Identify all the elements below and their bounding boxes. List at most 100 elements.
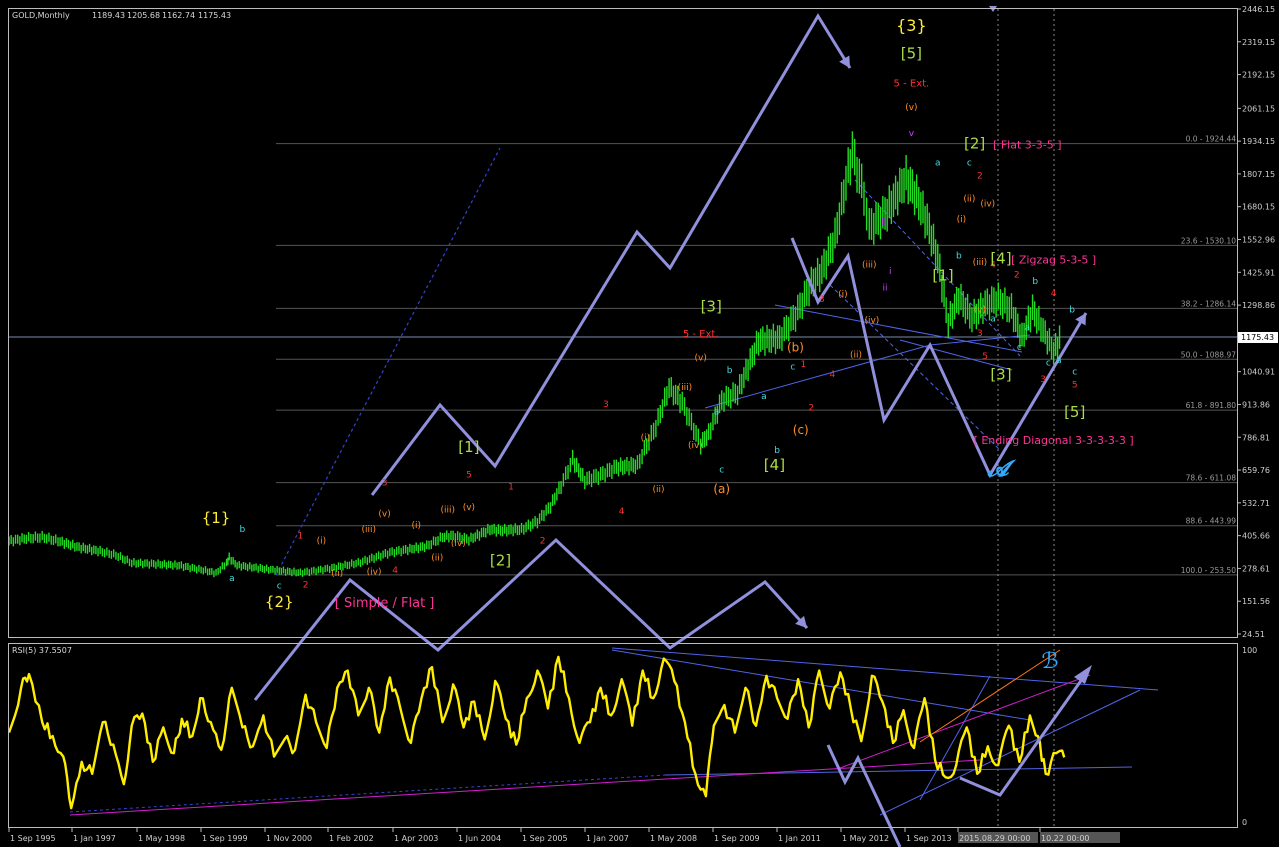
wave-label: [1] <box>932 266 953 284</box>
current-price-tag-text: 1175.43 <box>1241 333 1274 342</box>
time-tick-label: 1 Jan 2007 <box>586 834 629 843</box>
wave-label: (v) <box>974 306 986 316</box>
current-price-tag: 1175.43 <box>1238 332 1278 343</box>
time-tick-label: 1 Sep 1999 <box>202 834 248 843</box>
wave-label: c <box>719 466 724 476</box>
wave-label: (v) <box>378 509 390 519</box>
time-tick-label: 1 May 2012 <box>842 834 889 843</box>
wave-label: (iv) <box>367 568 382 578</box>
wave-label: (ii) <box>850 351 862 361</box>
fib-label: 23.6 - 1530.10 <box>1181 236 1236 245</box>
wave-label: [ Zigzag 5-3-5 ] <box>1011 254 1096 267</box>
wave-label: a <box>229 574 235 584</box>
wave-label: 3 <box>819 295 825 305</box>
price-tick-label: 1807.15 <box>1242 170 1275 179</box>
wave-label: 5 - Ext. <box>683 329 719 340</box>
wave-label: [ Ending Diagonal 3-3-3-3-3 ] <box>974 434 1134 447</box>
wave-label: (iii) <box>441 506 456 516</box>
price-tick-label: 405.66 <box>1242 532 1270 541</box>
wave-label: a <box>1056 356 1062 366</box>
ohlc-open: 1189.43 <box>92 11 125 20</box>
wave-label: (iii) <box>973 258 988 268</box>
wave-label: 2 <box>1014 271 1020 281</box>
rsi-tick-label: 0 <box>1242 818 1247 827</box>
wave-label: b <box>1069 306 1075 316</box>
wave-label: {3} <box>896 16 927 35</box>
time-tick-label: 1 Sep 2009 <box>714 834 760 843</box>
wave-label: (i) <box>411 521 421 531</box>
wave-label: b <box>1032 277 1038 287</box>
wave-label: c <box>1072 367 1077 377</box>
main-chart-header: GOLD,Monthly <box>12 11 70 20</box>
time-tick-label: 1 Jan 1997 <box>73 834 116 843</box>
wave-label: 5 <box>466 471 472 481</box>
wave-label: a <box>714 407 720 417</box>
ohlc-low: 1162.74 <box>162 11 195 20</box>
wave-label: a <box>1025 324 1031 334</box>
wave-label: 1 <box>801 360 807 370</box>
time-tick-label: 1 Jun 2004 <box>458 834 501 843</box>
wave-label: 4 <box>392 566 398 576</box>
wave-label: (iii) <box>678 383 693 393</box>
wave-label: (iv) <box>864 316 879 326</box>
wave-label: [2] <box>490 551 511 569</box>
fib-label: 61.8 - 891.80 <box>1186 401 1237 410</box>
wave-label: [4] <box>764 456 785 474</box>
wave-label: 5 - Ext. <box>894 79 930 90</box>
wave-label: [4] <box>990 250 1011 268</box>
wave-label: (i) <box>641 433 651 443</box>
time-tick-label: 10.22 00:00 <box>1041 834 1090 843</box>
rsi-tick-label: 100 <box>1242 646 1257 655</box>
wave-label: (b) <box>787 340 804 354</box>
wave-label: (i) <box>317 537 327 547</box>
wave-label: 1 <box>297 531 303 541</box>
wave-label: (i) <box>957 215 967 225</box>
wave-label: b <box>727 366 733 376</box>
price-tick-label: 1040.91 <box>1242 368 1275 377</box>
wave-label: 4 <box>1051 289 1057 299</box>
time-tick-label: 1 May 2008 <box>650 834 697 843</box>
wave-label: 1 <box>508 482 514 492</box>
wave-label: 2 <box>540 537 546 547</box>
wave-label: 4 <box>619 507 625 517</box>
wave-label: 3 <box>382 478 388 488</box>
wave-label: 3 <box>603 400 609 410</box>
price-tick-label: 1552.96 <box>1242 236 1275 245</box>
wave-label: c <box>967 158 972 168</box>
time-tick-label: 1 Jan 2011 <box>778 834 821 843</box>
wave-label: (ii) <box>431 553 443 563</box>
price-tick-label: 2319.15 <box>1242 38 1275 47</box>
wave-label: [ Simple / Flat ] <box>335 596 435 611</box>
wave-label: c <box>1017 343 1022 353</box>
fib-label: 38.2 - 1286.14 <box>1181 299 1236 308</box>
fib-label: 0.0 - 1924.44 <box>1186 135 1237 144</box>
time-tick-label: 1 Sep 2005 <box>522 834 568 843</box>
price-tick-label: 2192.15 <box>1242 71 1275 80</box>
wave-label: (v) <box>694 353 706 363</box>
wave-label: c <box>790 362 795 372</box>
wave-label: iii <box>881 218 889 228</box>
wave-label: c <box>277 582 282 592</box>
wave-label: [1] <box>458 438 479 456</box>
wave-label: 3 <box>1040 375 1046 385</box>
wave-label: (ii) <box>963 195 975 205</box>
price-tick-label: 2446.15 <box>1242 5 1275 14</box>
price-tick-label: 24.51 <box>1242 630 1265 639</box>
time-tick-label: 1 Nov 2000 <box>266 834 312 843</box>
time-tick-label: 1 Sep 1995 <box>10 834 56 843</box>
wave-label: (a) <box>713 482 730 496</box>
price-tick-label: 659.76 <box>1242 466 1270 475</box>
wave-label: a <box>761 392 767 402</box>
wave-label: (i) <box>838 290 848 300</box>
wave-label: [5] <box>901 44 922 62</box>
wave-label: [3] <box>990 366 1011 384</box>
time-tick-label: 2015.08.29 00:00 <box>959 834 1030 843</box>
fib-label: 88.6 - 443.99 <box>1186 517 1237 526</box>
price-tick-label: 2061.15 <box>1242 104 1275 113</box>
wave-label: (ii) <box>331 569 343 579</box>
chart-background <box>0 0 1279 847</box>
price-tick-label: 786.81 <box>1242 433 1270 442</box>
wave-label: {2} <box>265 593 294 611</box>
wave-label: b <box>774 446 780 456</box>
wave-label: (iii) <box>362 525 377 535</box>
